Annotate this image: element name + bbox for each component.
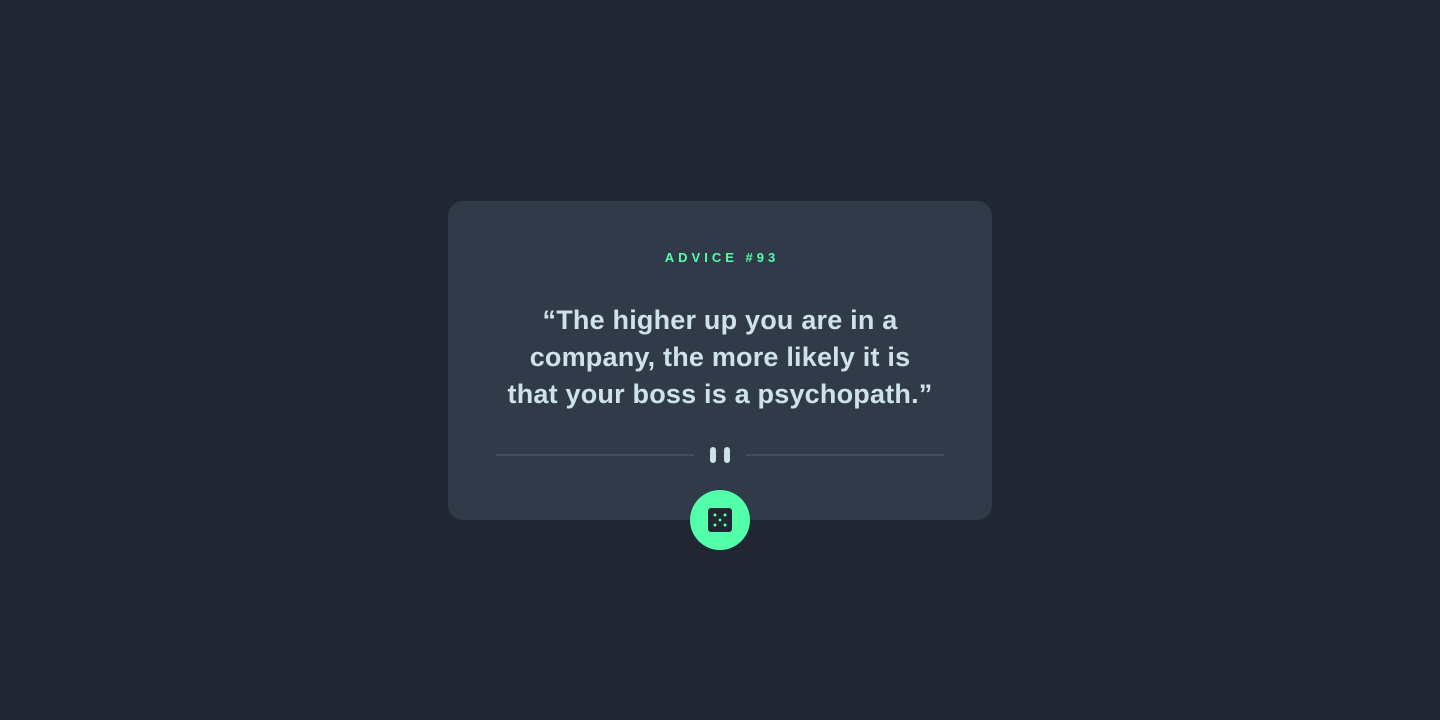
advice-card: ADVICE #93 “The higher up you are in a c… — [448, 201, 992, 520]
advice-id-label: ADVICE #93 — [664, 250, 780, 265]
divider — [496, 445, 944, 465]
pause-bar-left — [710, 447, 716, 463]
divider-line-left — [496, 454, 694, 456]
divider-line-right — [746, 454, 944, 456]
generate-advice-button[interactable] — [690, 490, 750, 550]
advice-quote: “The higher up you are in a company, the… — [507, 305, 933, 409]
pause-bar-right — [724, 447, 730, 463]
dice-icon — [708, 508, 732, 532]
pause-icon — [710, 447, 730, 463]
